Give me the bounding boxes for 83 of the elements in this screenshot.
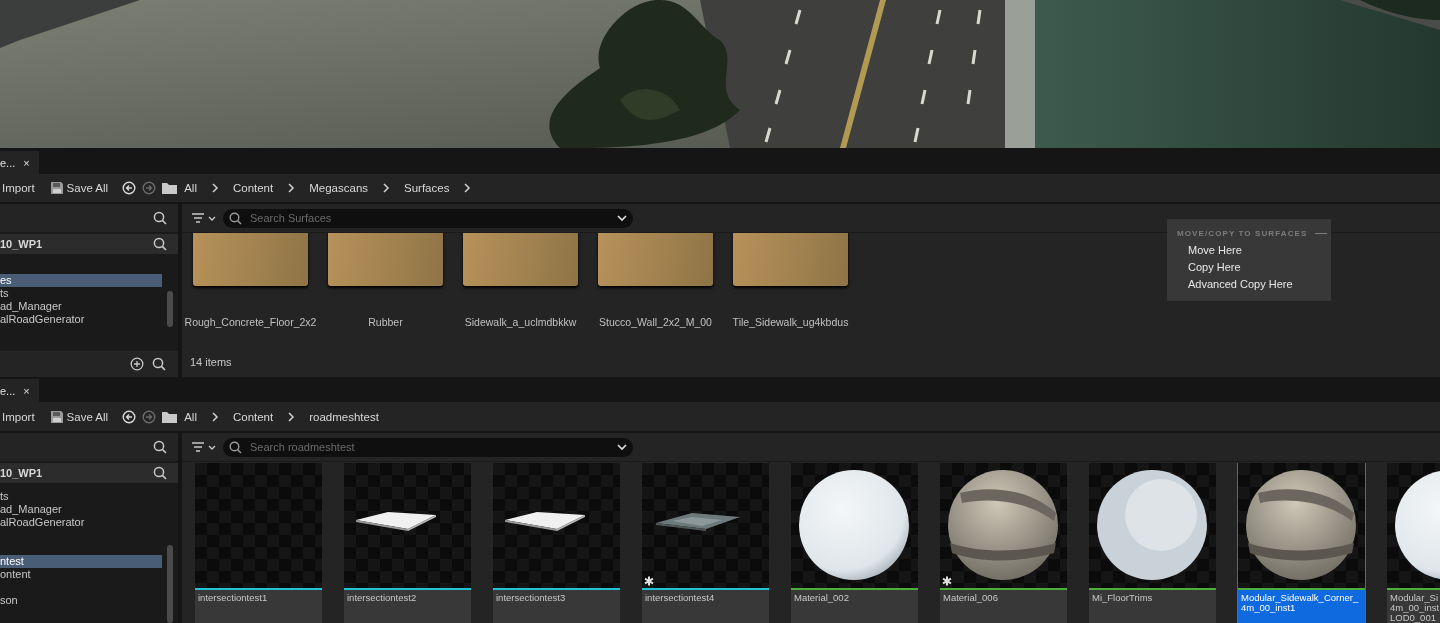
search-field[interactable]: Search roadmeshtest	[223, 437, 633, 457]
search-icon[interactable]	[153, 466, 167, 480]
asset-name: Modular_Si 4m_00_inst LOD0_001	[1390, 593, 1440, 623]
chevron-right-icon[interactable]	[210, 183, 219, 193]
close-button[interactable]: ×	[23, 384, 30, 397]
folder-tree-item[interactable]: ad_Manager	[0, 300, 162, 313]
folder-tree-item[interactable]: ts	[0, 490, 162, 503]
asset-name: intersectiontest3	[496, 593, 566, 603]
save-icon[interactable]	[50, 410, 63, 423]
search-icon[interactable]	[153, 237, 167, 251]
menu-item[interactable]: Move Here	[1167, 242, 1242, 259]
scrollbar[interactable]	[167, 291, 173, 327]
search-field[interactable]: Search roadmeshtest	[250, 441, 609, 453]
close-button[interactable]: ×	[23, 156, 30, 169]
breadcrumb-link[interactable]: Content	[232, 410, 274, 423]
folder-tree-item[interactable]: es	[0, 274, 162, 287]
asset-name: Material_006	[943, 593, 998, 603]
search-icon[interactable]	[153, 211, 167, 225]
folder-tree-item[interactable]: ntest	[0, 555, 162, 568]
search-field[interactable]: Search Surfaces	[223, 208, 633, 228]
breadcrumb-link[interactable]: roadmeshtest	[309, 410, 379, 423]
asset-name: intersectiontest1	[198, 593, 268, 603]
breadcrumb-link[interactable]: Surfaces	[404, 182, 450, 194]
asset-name: intersectiontest4	[645, 593, 715, 603]
asset-name: intersectiontest2	[347, 593, 417, 603]
browser-tab[interactable]: e... ×	[0, 379, 39, 402]
folder-tree-item[interactable]: ontent	[0, 568, 162, 581]
breadcrumb-link[interactable]: Content	[232, 182, 274, 194]
import-button[interactable]: Import	[0, 410, 37, 423]
save-all-button[interactable]: Save All	[48, 410, 111, 423]
folder-tree-item[interactable]: ts	[0, 287, 162, 300]
folder-header[interactable]: 10_WP1	[0, 467, 43, 479]
asset-tile[interactable]: Material_006	[940, 463, 1067, 623]
menu-item[interactable]: Copy Here	[1167, 259, 1241, 276]
add-icon[interactable]	[130, 357, 144, 371]
filter-icon[interactable]	[191, 441, 217, 453]
breadcrumb-link[interactable]: All	[184, 410, 197, 423]
folder-label[interactable]: Rough_Concrete_Floor_2x2	[184, 316, 317, 328]
asset-tile[interactable]: intersectiontest1	[195, 463, 322, 623]
chevron-right-icon[interactable]	[210, 411, 219, 422]
asset-name: Mi_FloorTrims	[1092, 593, 1153, 603]
folder-tree-item[interactable]: alRoadGenerator	[0, 313, 162, 326]
item-count: 14 items	[190, 356, 232, 368]
chevron-right-icon[interactable]	[463, 183, 472, 193]
folder-tree-item[interactable]: alRoadGenerator	[0, 516, 162, 529]
folder-label[interactable]: Sidewalk_a_uclmdbkkw	[464, 316, 577, 328]
folder-label[interactable]: Rubber	[368, 316, 403, 328]
asset-tile[interactable]: intersectiontest4	[642, 463, 769, 623]
folder-icon[interactable]	[162, 182, 178, 194]
folder-label[interactable]: Tile_Sidewalk_ug4kbdus	[732, 316, 849, 328]
save-icon[interactable]	[50, 182, 63, 194]
chevron-right-icon[interactable]	[287, 411, 296, 422]
menu-item[interactable]: Advanced Copy Here	[1167, 276, 1293, 293]
search-icon[interactable]	[152, 357, 166, 371]
search-icon	[229, 211, 242, 225]
asset-tile[interactable]: Modular_Sidewalk_Corner_ 4m_00_inst1	[1238, 463, 1365, 623]
asset-tile[interactable]: intersectiontest2	[344, 463, 471, 623]
filter-icon[interactable]	[191, 212, 217, 224]
chevron-right-icon[interactable]	[287, 183, 296, 193]
asset-tile[interactable]: intersectiontest3	[493, 463, 620, 623]
import-button[interactable]: Import	[0, 182, 37, 194]
asset-tile[interactable]: Mi_FloorTrims	[1089, 463, 1216, 623]
chevron-down-icon[interactable]	[617, 443, 627, 451]
browser-tab[interactable]: e... ×	[0, 151, 39, 174]
folder-tree-item[interactable]: ad_Manager	[0, 503, 162, 516]
breadcrumb-link[interactable]: All	[184, 182, 197, 194]
breadcrumb-link[interactable]: Megascans	[309, 182, 369, 194]
scrollbar[interactable]	[167, 545, 173, 623]
asset-name: Material_002	[794, 593, 849, 603]
chevron-down-icon[interactable]	[617, 214, 627, 222]
asset-name: Modular_Sidewalk_Corner_ 4m_00_inst1	[1241, 593, 1359, 613]
asset-tile[interactable]: Material_002	[791, 463, 918, 623]
search-field[interactable]: Search Surfaces	[250, 212, 609, 224]
folder-label[interactable]: Stucco_Wall_2x2_M_00	[599, 316, 712, 328]
save-all-button[interactable]: Save All	[48, 182, 111, 194]
folder-header[interactable]: 10_WP1	[0, 238, 43, 250]
folder-tree-item[interactable]: son	[0, 594, 162, 607]
search-icon	[229, 440, 242, 454]
folder-icon[interactable]	[162, 410, 178, 423]
asset-tile[interactable]: Modular_Si 4m_00_inst LOD0_001	[1387, 463, 1440, 623]
menu-heading: MOVE/COPY TO SURFACES	[1177, 229, 1308, 238]
search-icon[interactable]	[153, 440, 167, 454]
chevron-right-icon[interactable]	[382, 183, 391, 193]
